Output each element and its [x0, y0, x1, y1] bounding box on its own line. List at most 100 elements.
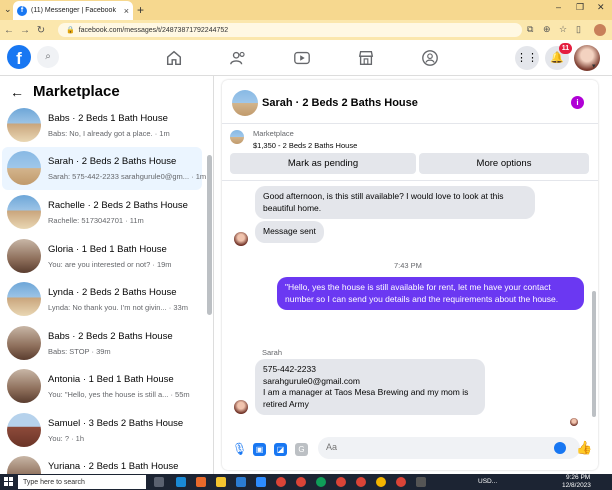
chrome-icon[interactable] — [276, 477, 286, 487]
close-window-icon[interactable]: ✕ — [597, 2, 605, 13]
clock-time[interactable]: 9:26 PM — [566, 474, 590, 481]
chrome-icon[interactable] — [296, 477, 306, 487]
conversation-item[interactable]: Yuriana · 2 Beds 1 Bath House — [2, 452, 202, 474]
marketplace-conversation-list: ← Marketplace Babs · 2 Beds 1 Bath House… — [0, 76, 214, 474]
currency-widget[interactable]: USD... — [478, 478, 497, 485]
conversation-title: Antonia · 1 Bed 1 Bath House — [48, 374, 174, 385]
listing-photo — [7, 151, 41, 185]
app-icon[interactable] — [196, 477, 206, 487]
home-icon[interactable] — [165, 49, 183, 67]
maximize-icon[interactable]: ❐ — [576, 2, 584, 13]
conversation-title: Babs · 2 Beds 2 Baths House — [48, 331, 173, 342]
watch-icon[interactable] — [293, 49, 311, 67]
sidebar-title: Marketplace — [33, 83, 120, 100]
zoom-app-icon[interactable] — [256, 477, 266, 487]
search-icon[interactable]: ⌕ — [37, 46, 59, 68]
bookmark-star-icon[interactable]: ☆ — [559, 24, 567, 35]
file-explorer-icon[interactable] — [216, 477, 226, 487]
conversation-item[interactable]: Gloria · 1 Bed 1 Bath House You: are you… — [2, 235, 202, 278]
new-tab-icon[interactable]: + — [137, 3, 144, 17]
zoom-icon[interactable]: ⊕ — [543, 24, 551, 35]
listing-avatar[interactable] — [232, 90, 258, 116]
notification-badge: 11 — [559, 43, 572, 54]
taskbar-search-placeholder: Type here to search — [23, 478, 85, 486]
emoji-icon[interactable] — [554, 442, 566, 454]
sender-avatar[interactable] — [234, 400, 248, 414]
forward-icon[interactable]: → — [18, 25, 32, 36]
conversation-title: Babs · 2 Beds 1 Bath House — [48, 113, 168, 124]
conversation-item[interactable]: Rachelle · 2 Beds 2 Baths House Rachelle… — [2, 191, 202, 234]
conversation-title: Yuriana · 2 Beds 1 Bath House — [48, 461, 179, 472]
microphone-icon[interactable]: 🎙 — [232, 443, 247, 456]
conversation-snippet: Babs: No, I already got a place. · 1m — [48, 129, 170, 138]
edge-icon[interactable] — [176, 477, 186, 487]
marketplace-icon[interactable] — [357, 49, 375, 67]
more-options-button[interactable]: More options — [419, 153, 589, 174]
thread-scrollbar[interactable] — [592, 291, 596, 417]
incoming-message-contact: 575-442-2233 sarahgurule0@gmail.com I am… — [255, 359, 485, 415]
mail-icon[interactable] — [236, 477, 246, 487]
chrome-icon[interactable] — [316, 477, 326, 487]
install-icon[interactable]: ⧉ — [527, 24, 533, 35]
url-field[interactable]: 🔒 facebook.com/messages/t/24873871792244… — [58, 23, 522, 37]
task-view-icon[interactable] — [154, 477, 164, 487]
back-icon[interactable]: ← — [2, 25, 16, 36]
conversation-item[interactable]: Babs · 2 Beds 2 Baths House Babs: STOP ·… — [2, 322, 202, 365]
chat-title[interactable]: Sarah · 2 Beds 2 Baths House — [262, 97, 418, 109]
sidebar-header: ← Marketplace — [10, 83, 120, 100]
close-tab-icon[interactable]: × — [124, 6, 129, 16]
account-avatar[interactable] — [574, 45, 600, 71]
browser-tab-strip: ⌄ f (11) Messenger | Facebook × + – ❐ ✕ — [0, 0, 612, 20]
info-icon[interactable]: i — [571, 96, 584, 109]
listing-photo — [7, 108, 41, 142]
incoming-message: Good afternoon, is this still available?… — [255, 186, 535, 219]
conversation-item[interactable]: Samuel · 3 Beds 2 Baths House You: ? · 1… — [2, 409, 202, 452]
tab-list-icon[interactable]: ⌄ — [4, 4, 12, 15]
chrome-icon[interactable] — [396, 477, 406, 487]
message-line: 575-442-2233 — [263, 364, 316, 374]
message-input-wrapper — [318, 437, 580, 459]
conversation-snippet: Sarah: 575-442-2233 sarahgurule0@gm... ·… — [48, 172, 207, 181]
windows-taskbar: Type here to search USD... 9:26 PM 12/8/… — [0, 474, 612, 490]
listing-photo — [7, 369, 41, 403]
conversation-snippet: You: ? · 1h — [48, 434, 85, 443]
minimize-icon[interactable]: – — [556, 2, 561, 12]
conversation-item-active[interactable]: Sarah · 2 Beds 2 Baths House Sarah: 575-… — [2, 147, 206, 190]
windows-start-icon[interactable] — [4, 477, 14, 487]
listing-price: $1,350 - 2 Beds 2 Baths House — [253, 141, 358, 150]
conversation-item[interactable]: Antonia · 1 Bed 1 Bath House You: "Hello… — [2, 365, 202, 408]
mark-as-pending-button[interactable]: Mark as pending — [230, 153, 416, 174]
back-arrow-icon[interactable]: ← — [10, 84, 24, 100]
facebook-logo-icon[interactable]: f — [7, 45, 31, 69]
app-icon[interactable] — [416, 477, 426, 487]
facebook-top-nav: f ⌕ ⋮⋮ 🔔 11 ▾ — [0, 40, 612, 76]
account-caret-icon[interactable]: ▾ — [592, 62, 596, 70]
clock-date[interactable]: 12/8/2023 — [562, 482, 591, 489]
chrome-active-icon[interactable] — [376, 477, 386, 487]
friends-icon[interactable] — [229, 49, 247, 67]
conversation-item[interactable]: Lynda · 2 Beds 2 Baths House Lynda: No t… — [2, 278, 202, 321]
message-input[interactable] — [326, 442, 546, 452]
listing-photo — [7, 239, 41, 273]
photo-icon[interactable]: ▣ — [253, 443, 266, 456]
chat-header: Sarah · 2 Beds 2 Baths House i — [222, 80, 598, 124]
gif-icon[interactable]: G — [295, 443, 308, 456]
browser-profile-avatar[interactable] — [594, 24, 606, 36]
conversation-item[interactable]: Babs · 2 Beds 1 Bath House Babs: No, I a… — [2, 104, 202, 147]
sidebar-scrollbar[interactable] — [207, 155, 212, 315]
reload-icon[interactable]: ↻ — [34, 25, 48, 36]
thumbs-up-icon[interactable]: 👍 — [576, 440, 592, 456]
menu-grid-icon[interactable]: ⋮⋮ — [515, 46, 539, 70]
chrome-icon[interactable] — [356, 477, 366, 487]
sender-avatar[interactable] — [234, 232, 248, 246]
browser-tab[interactable]: f (11) Messenger | Facebook × — [13, 1, 133, 20]
chrome-icon[interactable] — [336, 477, 346, 487]
listing-photo — [7, 413, 41, 447]
message-line: sarahgurule0@gmail.com — [263, 375, 360, 386]
taskbar-search[interactable]: Type here to search — [18, 475, 146, 489]
split-view-icon[interactable]: ▯ — [576, 24, 581, 35]
sticker-icon[interactable]: ◪ — [274, 443, 287, 456]
message-line: I am a manager at Taos Mesa Brewing and … — [263, 387, 469, 409]
groups-icon[interactable] — [421, 49, 439, 67]
conversation-snippet: You: are you interested or not? · 19m — [48, 260, 172, 269]
